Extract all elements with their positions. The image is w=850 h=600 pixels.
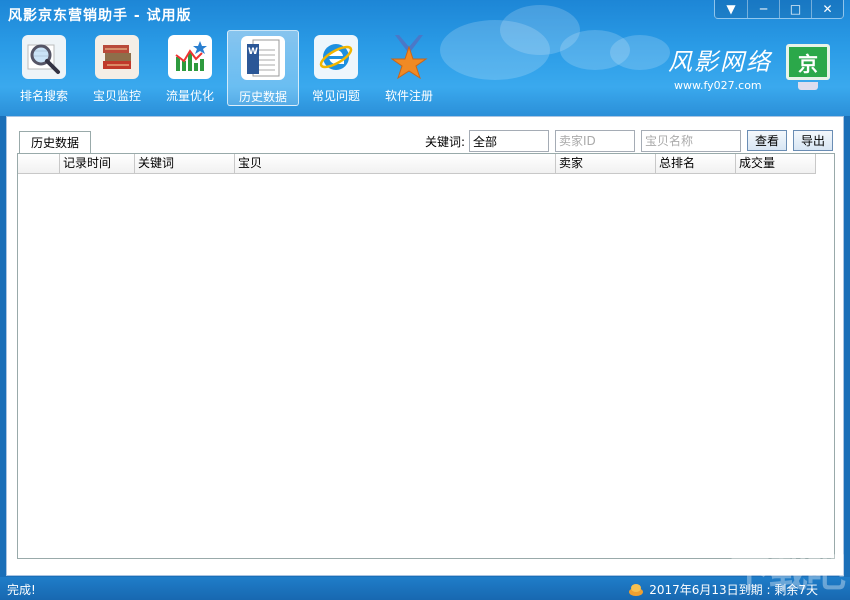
grid-header-row: 记录时间 关键词 宝贝 卖家 总排名 成交量 bbox=[18, 154, 816, 174]
status-text: 完成! bbox=[7, 583, 36, 597]
alert-icon bbox=[629, 584, 644, 596]
column-header-keyword[interactable]: 关键词 bbox=[135, 154, 235, 174]
column-header-item[interactable]: 宝贝 bbox=[235, 154, 556, 174]
toolbar-label: 软件注册 bbox=[384, 89, 433, 103]
books-icon bbox=[95, 35, 139, 79]
toolbar-label: 排名搜索 bbox=[19, 89, 68, 103]
menu-dropdown-icon[interactable]: ▼ bbox=[715, 0, 747, 18]
app-window: 风影京东营销助手 - 试用版 ▼ ─ □ ✕ 排名搜索 宝贝监控 流量优化 W … bbox=[0, 0, 850, 600]
monitor-logo-icon: 京 bbox=[786, 44, 830, 80]
item-name-input[interactable] bbox=[641, 130, 741, 152]
toolbar-item-monitor[interactable]: 宝贝监控 bbox=[81, 30, 153, 106]
monitor-stand bbox=[798, 82, 818, 90]
toolbar-history-data[interactable]: W 历史数据 bbox=[227, 30, 299, 106]
toolbar-faq[interactable]: 常见问题 bbox=[300, 30, 372, 106]
toolbar-label: 宝贝监控 bbox=[92, 89, 141, 103]
header-banner: 风影京东营销助手 - 试用版 ▼ ─ □ ✕ 排名搜索 宝贝监控 流量优化 W … bbox=[0, 0, 850, 116]
window-title: 风影京东营销助手 - 试用版 bbox=[8, 8, 192, 24]
toolbar-rank-search[interactable]: 排名搜索 bbox=[8, 30, 80, 106]
column-header-row-selector[interactable] bbox=[18, 154, 60, 174]
minimize-button[interactable]: ─ bbox=[747, 0, 779, 18]
toolbar-traffic-optimize[interactable]: 流量优化 bbox=[154, 30, 226, 106]
window-controls: ▼ ─ □ ✕ bbox=[714, 0, 844, 19]
history-data-grid[interactable]: 记录时间 关键词 宝贝 卖家 总排名 成交量 bbox=[17, 153, 835, 559]
maximize-button[interactable]: □ bbox=[779, 0, 811, 18]
seller-id-input[interactable] bbox=[555, 130, 635, 152]
brand-url: www.fy027.com bbox=[674, 79, 762, 92]
brand-name: 风影网络 bbox=[668, 48, 772, 76]
close-button[interactable]: ✕ bbox=[811, 0, 843, 18]
status-bar: 完成! 2017年6月13日到期 : 剩余7天 下载吧 bbox=[0, 550, 850, 600]
column-header-record-time[interactable]: 记录时间 bbox=[60, 154, 135, 174]
toolbar-register[interactable]: 软件注册 bbox=[373, 30, 445, 106]
column-header-volume[interactable]: 成交量 bbox=[736, 154, 816, 174]
svg-text:W: W bbox=[248, 47, 258, 57]
bar-chart-icon bbox=[168, 35, 212, 79]
word-document-icon: W bbox=[241, 36, 285, 80]
medal-icon bbox=[387, 35, 431, 79]
column-header-total-rank[interactable]: 总排名 bbox=[656, 154, 736, 174]
export-button[interactable]: 导出 bbox=[793, 130, 833, 151]
brand-logo: 风影网络 www.fy027.com bbox=[668, 42, 772, 92]
main-toolbar: 排名搜索 宝贝监控 流量优化 W 历史数据 常见问题 软件注册 bbox=[8, 30, 446, 106]
tab-history-data[interactable]: 历史数据 bbox=[19, 131, 91, 153]
ie-browser-icon bbox=[314, 35, 358, 79]
toolbar-label: 流量优化 bbox=[165, 89, 214, 103]
toolbar-label: 历史数据 bbox=[238, 90, 287, 104]
keyword-input[interactable] bbox=[469, 130, 549, 152]
keyword-label: 关键词: bbox=[425, 135, 466, 149]
magnifier-icon bbox=[22, 35, 66, 79]
view-button[interactable]: 查看 bbox=[747, 130, 787, 151]
toolbar-label: 常见问题 bbox=[311, 89, 360, 103]
history-panel: 历史数据 关键词: 查看 导出 记录时间 关键词 宝贝 卖家 总排名 成交量 bbox=[6, 116, 844, 576]
watermark-logo: 下载吧 bbox=[730, 550, 846, 596]
column-header-seller[interactable]: 卖家 bbox=[556, 154, 656, 174]
